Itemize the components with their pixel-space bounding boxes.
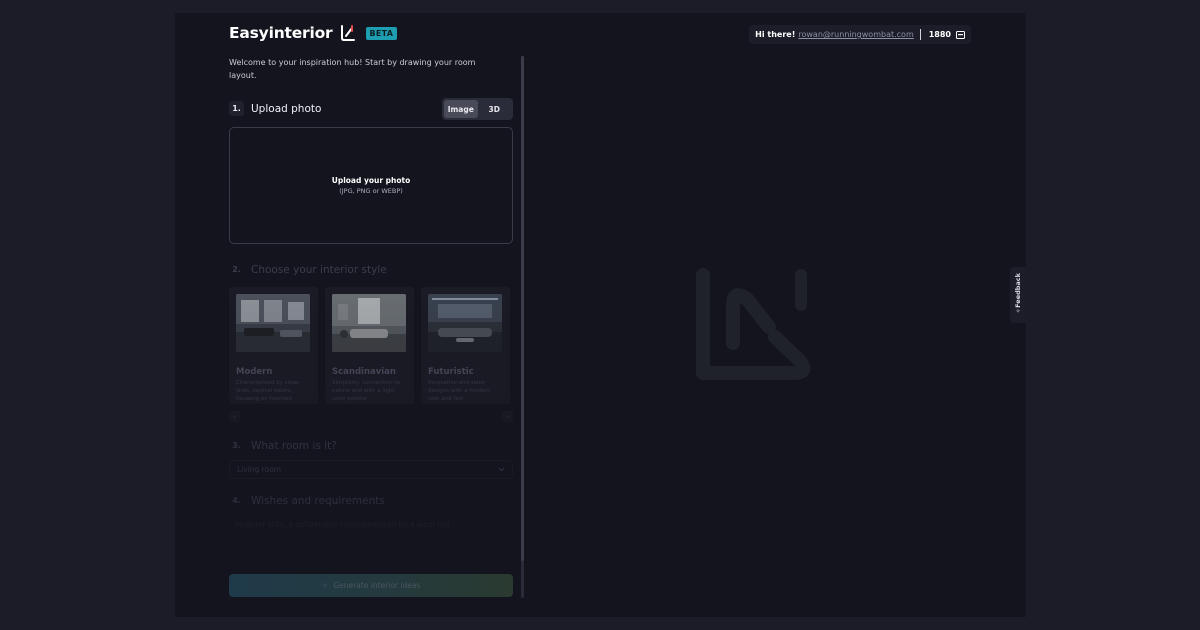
step-title: Wishes and requirements	[251, 494, 385, 507]
carousel-next-button[interactable]: ›	[502, 411, 513, 422]
user-email-link[interactable]: rowan@runningwombat.com	[798, 30, 913, 39]
scrollbar-thumb[interactable]	[521, 56, 524, 561]
style-card-modern[interactable]: Modern Characterized by clean lines, neu…	[229, 287, 318, 404]
chevron-down-icon	[498, 467, 505, 472]
carousel-prev-button[interactable]: ‹	[229, 411, 240, 422]
credit-card-icon[interactable]	[956, 30, 965, 39]
style-title: Futuristic	[428, 367, 474, 377]
style-carousel: Modern Characterized by clean lines, neu…	[229, 287, 513, 404]
style-description: Characterized by clean lines, neutral co…	[236, 380, 300, 402]
generate-label: Generate interior ideas	[333, 581, 421, 590]
greeting-text: Hi there!	[755, 30, 796, 39]
brand-logo[interactable]: Easyinterior BETA	[229, 24, 398, 42]
upload-formats: (JPG, PNG or WEBP)	[339, 187, 403, 195]
beta-badge: BETA	[365, 26, 398, 40]
step-number: 3.	[232, 441, 241, 450]
style-card-futuristic[interactable]: Futuristic Innovative and sleek designs …	[421, 287, 510, 404]
step-wishes: 4. Wishes and requirements	[229, 493, 385, 508]
wishes-input[interactable]: Modular sofa, a coffeetable complemented…	[235, 520, 449, 529]
step-room-type: 3. What room is it?	[229, 438, 337, 453]
sparkle-icon: ✧	[321, 581, 329, 590]
app-window: Easyinterior BETA Hi there! rowan@runnin…	[175, 13, 1026, 617]
step-number: 2.	[232, 265, 241, 274]
upload-title: Upload your photo	[331, 176, 411, 185]
style-card-scandinavian[interactable]: Scandinavian Simplicity, connection to n…	[325, 287, 414, 404]
style-title: Modern	[236, 367, 273, 377]
sparkle-icon: ✧	[1015, 307, 1021, 315]
step-upload-photo: 1. Upload photo	[229, 101, 321, 116]
placeholder-logo-icon	[696, 268, 811, 380]
user-info: Hi there! rowan@runningwombat.com 1880	[749, 25, 971, 44]
step-title: Choose your interior style	[251, 263, 387, 276]
style-thumbnail	[236, 294, 310, 352]
step-title: Upload photo	[251, 102, 322, 115]
style-description: Simplicity, connection to nature and wit…	[332, 380, 400, 402]
style-thumbnail	[332, 294, 406, 352]
generate-button[interactable]: ✧ Generate interior ideas	[229, 574, 513, 597]
mode-toggle[interactable]: Image 3D	[442, 98, 513, 120]
style-title: Scandinavian	[332, 367, 396, 377]
toggle-3d[interactable]: 3D	[478, 100, 512, 118]
carousel-controls: ‹ ›	[229, 411, 513, 422]
step-interior-style: 2. Choose your interior style	[229, 262, 387, 277]
feedback-tab[interactable]: Feedback ✧	[1010, 267, 1026, 323]
step-number: 1.	[229, 101, 244, 116]
intro-text: Welcome to your inspiration hub! Start b…	[229, 58, 476, 80]
room-select[interactable]: Living room	[229, 460, 513, 479]
room-select-value: Living room	[237, 465, 282, 474]
step-title: What room is it?	[251, 439, 337, 452]
photo-dropzone[interactable]: Upload your photo (JPG, PNG or WEBP)	[229, 127, 513, 244]
feedback-label: Feedback	[1014, 273, 1022, 308]
brand-name: Easyinterior	[229, 24, 333, 42]
toggle-image[interactable]: Image	[444, 100, 478, 118]
credits-count: 1880	[928, 30, 951, 39]
step-number: 4.	[232, 496, 241, 505]
brand-mark-icon	[340, 25, 355, 41]
divider	[919, 29, 921, 40]
style-description: Innovative and sleek designs with a mode…	[428, 380, 491, 402]
style-thumbnail	[428, 294, 502, 352]
